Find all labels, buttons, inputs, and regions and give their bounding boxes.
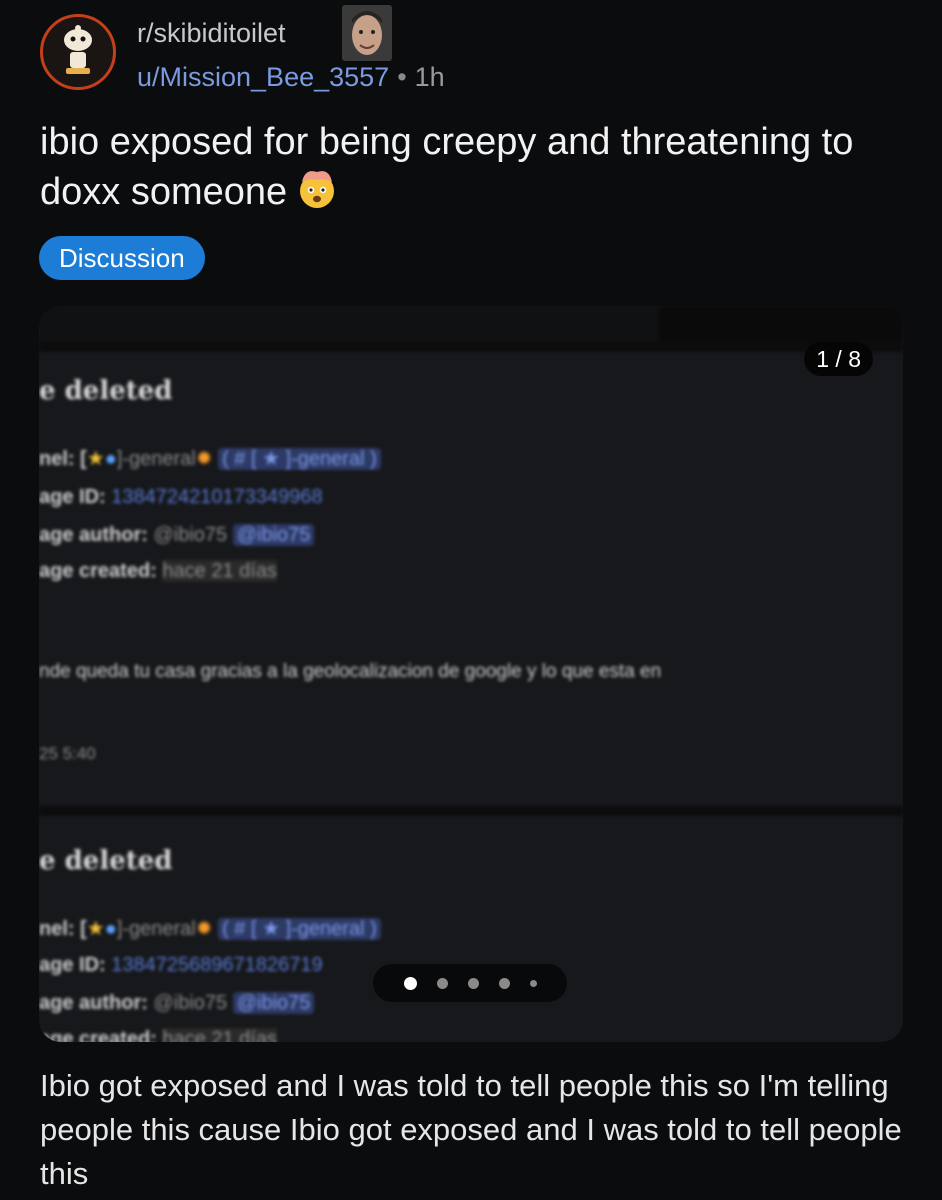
- post-title-text: ibio exposed for being creepy and threat…: [40, 121, 854, 214]
- pager-dot-2[interactable]: [436, 977, 448, 989]
- log-channel-prefix: nel: [: [39, 448, 87, 470]
- log-created: age created: hace 21 días: [39, 1028, 277, 1042]
- gallery-image: e deleted nel: [★●]-general✹ ( # [ ★ ]-g…: [39, 306, 903, 1042]
- star-icon: ★: [86, 448, 105, 470]
- gallery-pager[interactable]: [373, 964, 567, 1002]
- toilet-mascot-icon: [64, 25, 92, 74]
- image-gallery[interactable]: e deleted nel: [★●]-general✹ ( # [ ★ ]-g…: [39, 306, 903, 1042]
- log-id-value: 1384724210173349968: [111, 486, 323, 508]
- pager-dot-5[interactable]: [529, 979, 537, 987]
- log-title: e deleted: [39, 376, 173, 406]
- log-author-label: age author:: [39, 992, 148, 1014]
- log-channel-prefix: nel: [: [39, 918, 87, 940]
- post-body: Ibio got exposed and I was told to tell …: [40, 1068, 902, 1191]
- log-created-label: age created:: [39, 1028, 157, 1042]
- chat-icon: ●: [104, 918, 117, 940]
- log-id: age ID: 1384725689671826719: [39, 954, 323, 977]
- meta-separator: •: [397, 62, 407, 92]
- flair-badge[interactable]: Discussion: [39, 236, 205, 280]
- log-message: nde queda tu casa gracias a la geolocali…: [39, 661, 662, 682]
- pager-dot-1[interactable]: [403, 976, 417, 990]
- post-time: 1h: [414, 62, 445, 92]
- log-created-value: hace 21 días: [162, 560, 277, 582]
- star-icon: ★: [86, 918, 105, 940]
- log-created: age created: hace 21 días: [39, 560, 277, 583]
- log-channel: nel: [★●]-general✹ ( # [ ★ ]-general ): [39, 916, 381, 941]
- log-channel-alt: ( # [ ★ ]-general ): [218, 448, 381, 470]
- log-id-value: 1384725689671826719: [111, 954, 323, 976]
- post-title[interactable]: ibio exposed for being creepy and threat…: [40, 118, 910, 222]
- log-author-value: @ibio75: [153, 992, 228, 1014]
- log-author: age author: @ibio75 @ibio75: [39, 992, 315, 1015]
- chat-icon: ●: [104, 448, 117, 470]
- post-header: r/skibiditoilet u/Mission_Bee_3557 • 1h: [0, 0, 942, 120]
- log-id-label: age ID:: [39, 486, 106, 508]
- log-id-label: age ID:: [39, 954, 106, 976]
- log-channel-name: ]-general: [116, 918, 196, 940]
- log-channel-alt: ( # [ ★ ]-general ): [218, 918, 381, 940]
- log-author: age author: @ibio75 @ibio75: [39, 524, 315, 547]
- gallery-counter: 1 / 8: [804, 342, 873, 376]
- subreddit-avatar[interactable]: [40, 14, 116, 90]
- image-divider: [39, 806, 903, 816]
- author-username[interactable]: u/Mission_Bee_3557: [137, 62, 389, 92]
- log-author-mention: @ibio75: [232, 524, 315, 546]
- log-created-value: hace 21 días: [162, 1028, 277, 1042]
- log-channel: nel: [★●]-general✹ ( # [ ★ ]-general ): [39, 446, 381, 471]
- log-created-label: age created:: [39, 560, 157, 582]
- log-author-value: @ibio75: [153, 524, 228, 546]
- post-meta: u/Mission_Bee_3557 • 1h: [137, 62, 445, 93]
- log-title: e deleted: [39, 846, 173, 876]
- log-channel-name: ]-general: [116, 448, 196, 470]
- log-timestamp: 25 5:40: [39, 744, 96, 763]
- image-divider: [39, 342, 903, 352]
- log-author-label: age author:: [39, 524, 148, 546]
- log-author-mention: @ibio75: [232, 992, 315, 1014]
- fire-icon: ✹: [195, 448, 213, 470]
- pager-dot-4[interactable]: [498, 977, 510, 989]
- pager-dot-3[interactable]: [467, 977, 479, 989]
- fire-icon: ✹: [195, 918, 213, 940]
- log-id: age ID: 1384724210173349968: [39, 486, 323, 509]
- subreddit-name[interactable]: r/skibiditoilet: [137, 18, 286, 49]
- exploding-head-icon: [295, 166, 339, 222]
- subreddit-face-icon: [342, 5, 392, 61]
